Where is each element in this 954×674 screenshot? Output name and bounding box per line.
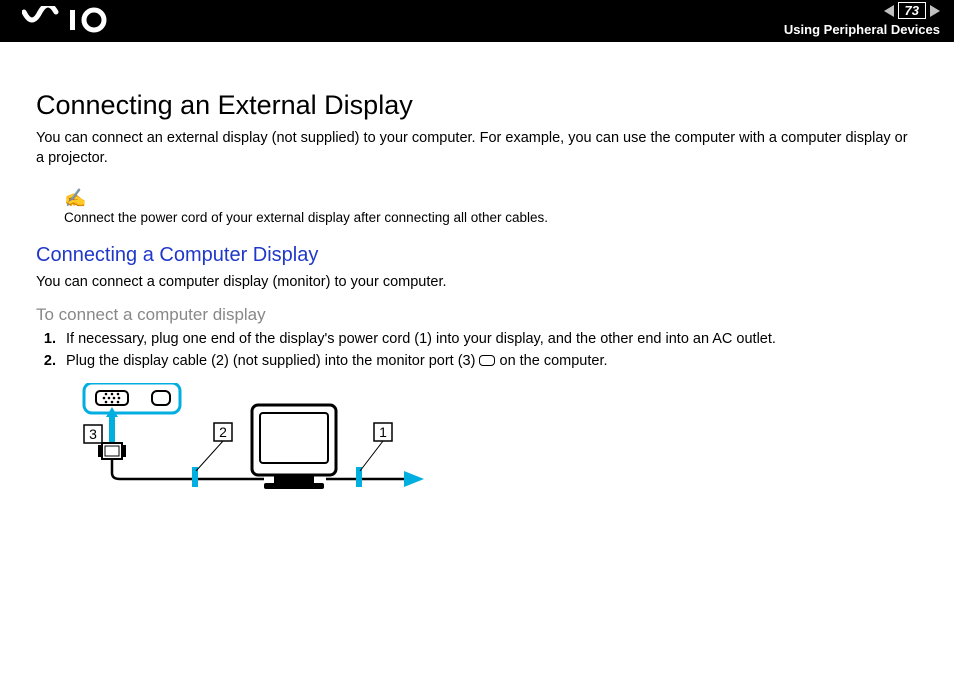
subheading: Connecting a Computer Display: [36, 244, 918, 267]
header-bar: 73 Using Peripheral Devices: [0, 0, 954, 42]
step-2-text-a: Plug the display cable (2) (not supplied…: [66, 353, 479, 369]
step-2-text-b: on the computer.: [500, 353, 608, 369]
callout-3: 3: [89, 426, 97, 442]
callout-2: 2: [219, 424, 227, 440]
callout-1: 1: [379, 424, 387, 440]
sub-intro: You can connect a computer display (moni…: [36, 273, 918, 293]
page-title: Connecting an External Display: [36, 90, 918, 121]
prev-page-arrow-icon[interactable]: [884, 5, 894, 17]
page-number: 73: [898, 2, 926, 19]
section-label: Using Peripheral Devices: [784, 22, 940, 37]
note-block: ✍ Connect the power cord of your externa…: [64, 186, 918, 228]
next-page-arrow-icon[interactable]: [930, 5, 940, 17]
intro-paragraph: You can connect an external display (not…: [36, 129, 918, 168]
step-1: If necessary, plug one end of the displa…: [60, 331, 918, 347]
page-content: Connecting an External Display You can c…: [0, 42, 954, 508]
note-text: Connect the power cord of your external …: [64, 210, 548, 225]
page-navigator: 73: [884, 2, 940, 19]
vaio-logo: [22, 6, 122, 39]
step-list: If necessary, plug one end of the displa…: [36, 331, 918, 369]
note-icon: ✍: [64, 186, 918, 211]
monitor-port-icon: [479, 355, 495, 366]
connection-diagram: 3 2 1: [74, 383, 918, 508]
procedure-title: To connect a computer display: [36, 305, 918, 325]
step-2: Plug the display cable (2) (not supplied…: [60, 353, 918, 369]
